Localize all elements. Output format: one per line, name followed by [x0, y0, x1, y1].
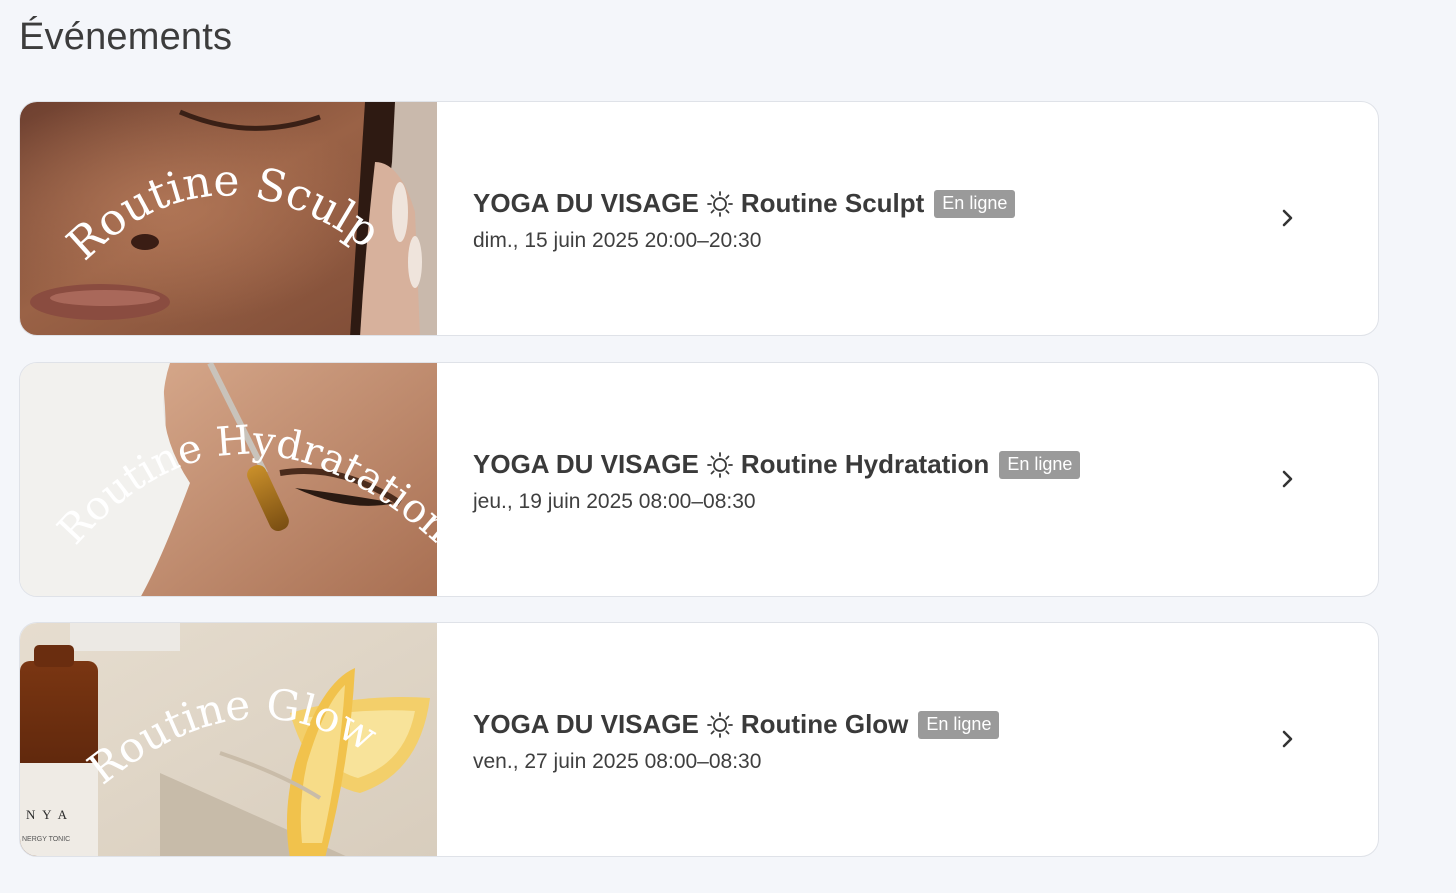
event-series: YOGA DU VISAGE: [473, 188, 699, 218]
event-thumbnail: Routine Hydratation: [20, 363, 437, 596]
event-image: Routine Sculpt: [20, 102, 437, 335]
event-card-routine-hydratation[interactable]: Routine Hydratation YOGA DU VISAGE Routi…: [19, 362, 1379, 597]
chevron-right-icon[interactable]: [1278, 467, 1298, 491]
sun-icon: [706, 451, 733, 478]
product-sublabel: NERGY TONIC: [22, 836, 70, 843]
event-info: YOGA DU VISAGE Routine Hydratation En li…: [473, 449, 1258, 514]
event-series: YOGA DU VISAGE: [473, 709, 699, 739]
chevron-right-icon[interactable]: [1278, 727, 1298, 751]
event-date: ven., 27 juin 2025 08:00–08:30: [473, 750, 762, 773]
event-image: N Y A NERGY TONIC Routine Glow: [20, 623, 437, 856]
product-label: N Y A: [26, 807, 69, 822]
event-title: YOGA DU VISAGE Routine Sculpt En ligne: [473, 188, 1258, 219]
event-card-routine-sculpt[interactable]: Routine Sculpt YOGA DU VISAGE Routine Sc…: [19, 101, 1379, 336]
event-card-routine-glow[interactable]: N Y A NERGY TONIC Routine Glow YOGA DU V…: [19, 622, 1379, 857]
online-badge: En ligne: [934, 189, 1016, 218]
sun-icon: [706, 711, 733, 738]
online-badge: En ligne: [999, 450, 1081, 479]
chevron-right-icon[interactable]: [1278, 206, 1298, 230]
event-title: YOGA DU VISAGE Routine Glow En ligne: [473, 709, 1258, 740]
event-info: YOGA DU VISAGE Routine Glow En ligne ven…: [473, 709, 1258, 774]
event-name: Routine Sculpt: [740, 188, 925, 218]
sun-icon: [706, 190, 733, 217]
event-thumbnail: N Y A NERGY TONIC Routine Glow: [20, 623, 437, 856]
event-date: jeu., 19 juin 2025 08:00–08:30: [473, 490, 756, 513]
online-badge: En ligne: [918, 710, 1000, 739]
event-name: Routine Hydratation: [740, 449, 990, 479]
event-image: Routine Hydratation: [20, 363, 437, 596]
page-title: Événements: [19, 16, 233, 58]
event-name: Routine Glow: [740, 709, 909, 739]
event-thumbnail: Routine Sculpt: [20, 102, 437, 335]
event-series: YOGA DU VISAGE: [473, 449, 699, 479]
event-date: dim., 15 juin 2025 20:00–20:30: [473, 229, 762, 252]
event-info: YOGA DU VISAGE Routine Sculpt En ligne d…: [473, 188, 1258, 253]
event-title: YOGA DU VISAGE Routine Hydratation En li…: [473, 449, 1258, 480]
